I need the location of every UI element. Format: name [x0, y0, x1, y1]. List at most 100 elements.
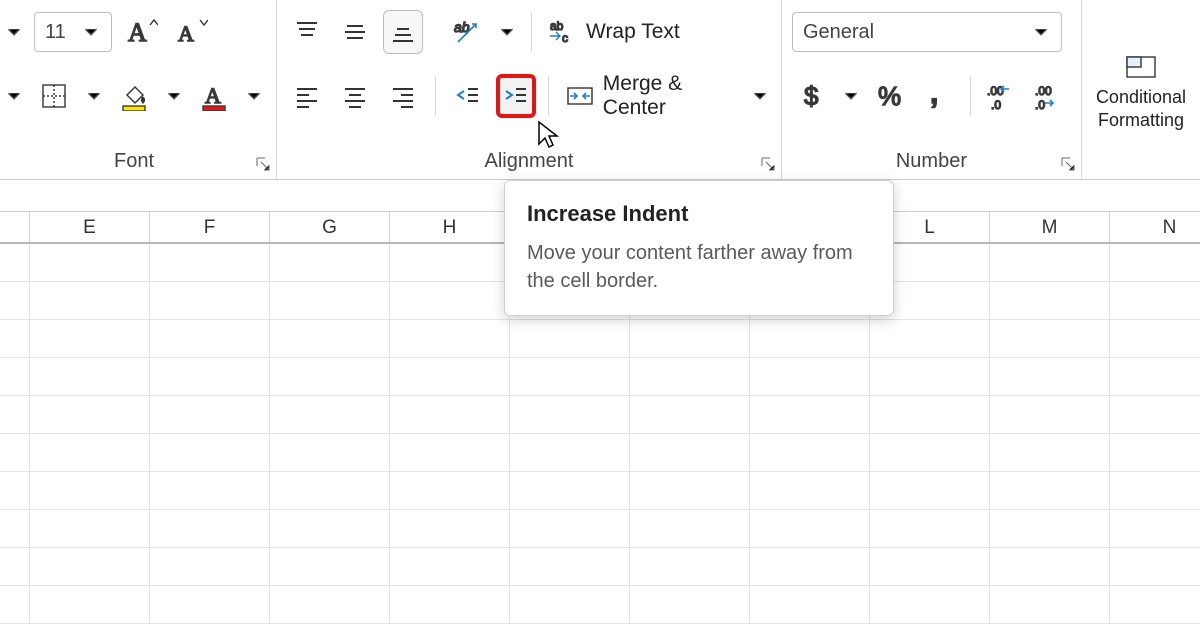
cell[interactable] — [510, 434, 630, 471]
cell[interactable] — [1110, 548, 1200, 585]
accounting-format-button[interactable]: $ — [792, 74, 832, 118]
cell[interactable] — [270, 358, 390, 395]
cell[interactable] — [1110, 586, 1200, 623]
cell[interactable] — [30, 548, 150, 585]
borders-dropdown[interactable] — [82, 74, 106, 118]
cell[interactable] — [150, 548, 270, 585]
cell[interactable] — [630, 434, 750, 471]
cell[interactable] — [750, 472, 870, 509]
cell[interactable] — [270, 548, 390, 585]
number-dialog-launcher[interactable] — [1059, 155, 1077, 173]
cell[interactable] — [390, 548, 510, 585]
cell[interactable] — [510, 472, 630, 509]
font-color-dropdown[interactable] — [242, 74, 266, 118]
cell[interactable] — [510, 358, 630, 395]
cell[interactable] — [150, 320, 270, 357]
align-left-button[interactable] — [287, 74, 327, 118]
percent-style-button[interactable]: % — [870, 74, 910, 118]
cell[interactable] — [390, 320, 510, 357]
align-right-button[interactable] — [383, 74, 423, 118]
increase-font-size-button[interactable]: A — [120, 10, 162, 54]
column-header-partial[interactable] — [0, 212, 30, 242]
cell[interactable] — [630, 510, 750, 547]
cell[interactable] — [270, 510, 390, 547]
cell[interactable] — [30, 244, 150, 281]
cell[interactable] — [1110, 434, 1200, 471]
cell[interactable] — [870, 510, 990, 547]
cell[interactable] — [150, 586, 270, 623]
number-format-combo[interactable]: General — [792, 12, 1062, 52]
font-size-combo[interactable]: 11 — [34, 12, 112, 52]
column-header[interactable]: E — [30, 212, 150, 242]
cell[interactable] — [30, 320, 150, 357]
bottom-align-button[interactable] — [383, 10, 423, 54]
cell[interactable] — [30, 586, 150, 623]
increase-decimal-button[interactable]: .00.0 — [983, 74, 1023, 118]
cell[interactable] — [30, 510, 150, 547]
cell[interactable] — [1110, 244, 1200, 281]
cell[interactable] — [990, 586, 1110, 623]
cell[interactable] — [990, 320, 1110, 357]
cell[interactable] — [870, 434, 990, 471]
cell[interactable] — [750, 586, 870, 623]
cell[interactable] — [390, 358, 510, 395]
cell[interactable] — [990, 282, 1110, 319]
cell[interactable] — [630, 320, 750, 357]
fill-color-button[interactable] — [114, 74, 154, 118]
cell[interactable] — [1110, 282, 1200, 319]
cell[interactable] — [510, 396, 630, 433]
cell[interactable] — [390, 472, 510, 509]
cell[interactable] — [150, 282, 270, 319]
cell[interactable] — [870, 358, 990, 395]
orientation-dropdown[interactable] — [495, 10, 519, 54]
accounting-format-dropdown[interactable] — [840, 74, 862, 118]
column-header[interactable]: M — [990, 212, 1110, 242]
cell[interactable] — [150, 358, 270, 395]
cell[interactable] — [630, 472, 750, 509]
cell[interactable] — [390, 434, 510, 471]
top-align-button[interactable] — [287, 10, 327, 54]
middle-align-button[interactable] — [335, 10, 375, 54]
cell[interactable] — [270, 282, 390, 319]
cell[interactable] — [750, 548, 870, 585]
cell[interactable] — [870, 320, 990, 357]
cell[interactable] — [270, 434, 390, 471]
cell[interactable] — [630, 396, 750, 433]
cell[interactable] — [390, 244, 510, 281]
cell[interactable] — [270, 244, 390, 281]
cell[interactable] — [270, 586, 390, 623]
cell[interactable] — [750, 396, 870, 433]
cell[interactable] — [1110, 510, 1200, 547]
cell[interactable] — [510, 510, 630, 547]
merge-center-button[interactable]: Merge & Center — [561, 74, 742, 118]
cell[interactable] — [510, 586, 630, 623]
cell[interactable] — [150, 396, 270, 433]
cell[interactable] — [630, 358, 750, 395]
cell[interactable] — [990, 396, 1110, 433]
cell[interactable] — [30, 472, 150, 509]
column-header[interactable]: N — [1110, 212, 1200, 242]
cell[interactable] — [990, 358, 1110, 395]
borders-button[interactable] — [34, 74, 74, 118]
cell[interactable] — [150, 472, 270, 509]
fill-color-dropdown[interactable] — [162, 74, 186, 118]
column-header[interactable]: G — [270, 212, 390, 242]
cell[interactable] — [630, 548, 750, 585]
cell[interactable] — [510, 548, 630, 585]
cell[interactable] — [750, 358, 870, 395]
increase-indent-button[interactable] — [496, 74, 536, 118]
column-header[interactable]: F — [150, 212, 270, 242]
decrease-font-size-button[interactable]: A — [170, 10, 212, 54]
cell[interactable] — [750, 434, 870, 471]
decrease-indent-button[interactable] — [448, 74, 488, 118]
cell[interactable] — [30, 396, 150, 433]
align-center-button[interactable] — [335, 74, 375, 118]
cell[interactable] — [270, 320, 390, 357]
cell[interactable] — [990, 472, 1110, 509]
cell[interactable] — [990, 548, 1110, 585]
wrap-text-button[interactable]: abc Wrap Text — [544, 10, 692, 54]
font-color-button[interactable]: A — [194, 74, 234, 118]
cell[interactable] — [30, 282, 150, 319]
column-header[interactable]: H — [390, 212, 510, 242]
cell[interactable] — [1110, 396, 1200, 433]
